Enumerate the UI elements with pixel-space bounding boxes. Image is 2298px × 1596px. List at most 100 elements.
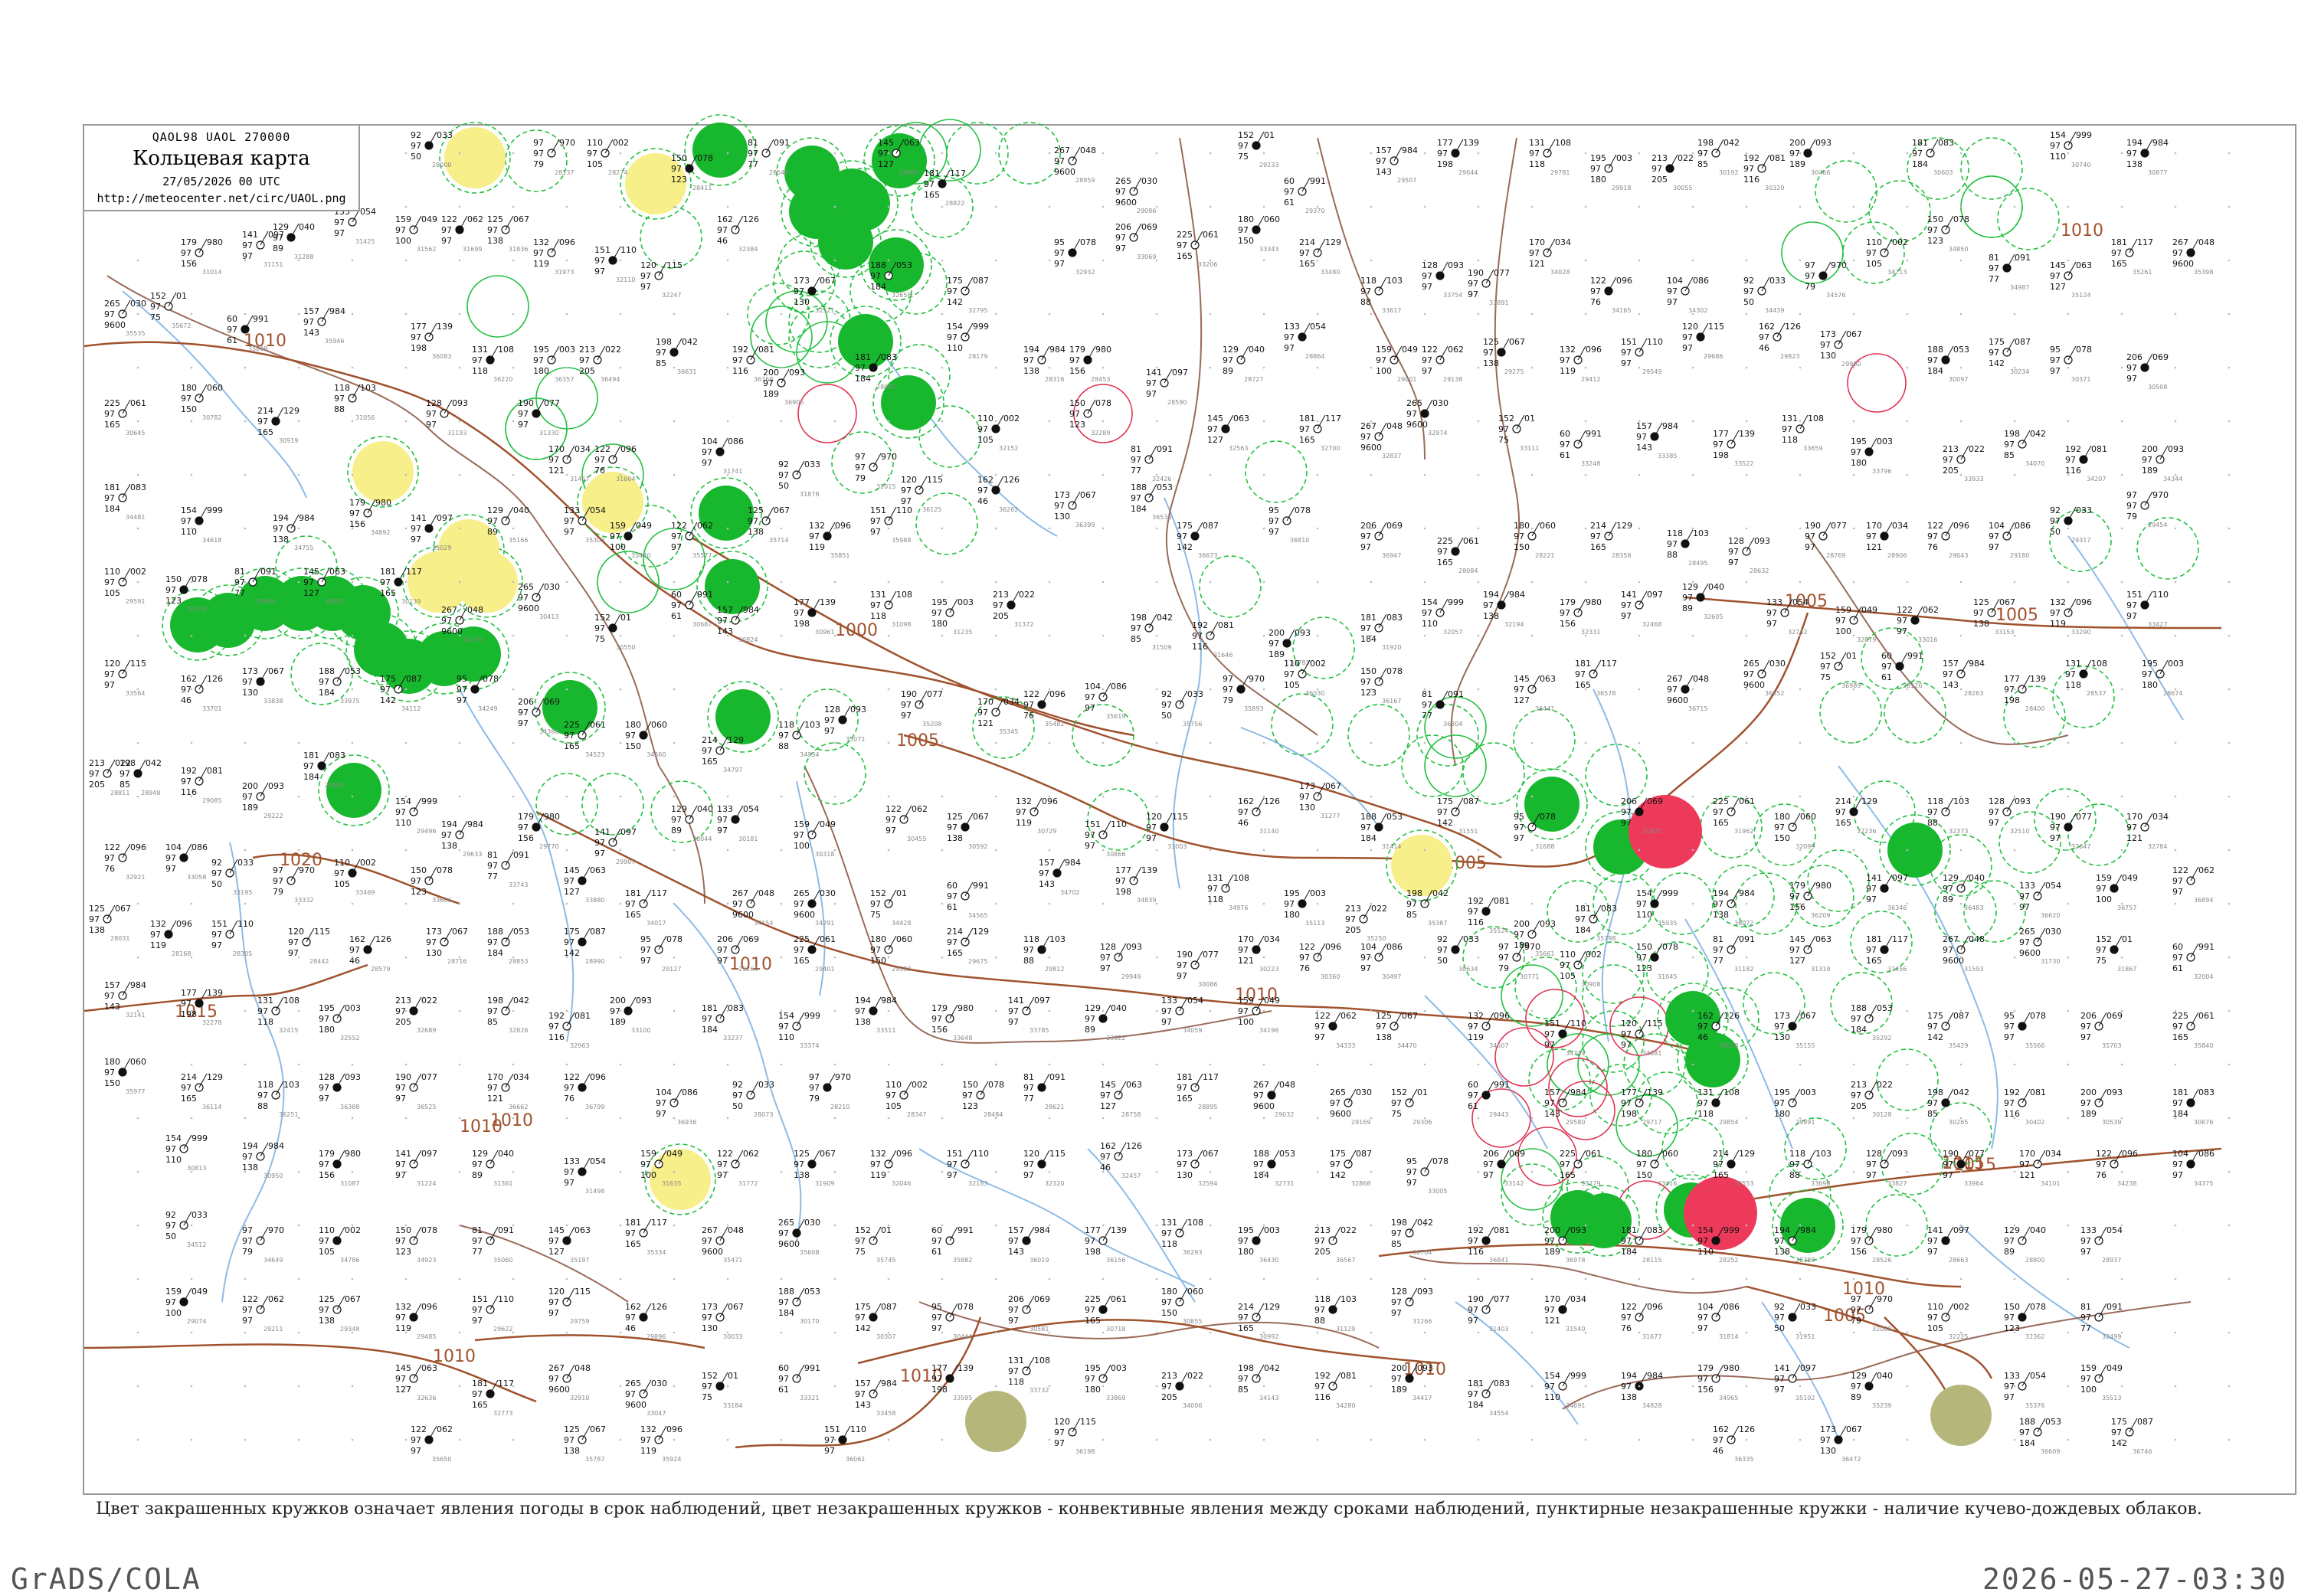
svg-text:33564: 33564 xyxy=(126,690,145,697)
svg-text:123: 123 xyxy=(962,1101,978,1111)
svg-text:195: 195 xyxy=(1284,888,1300,898)
svg-text:195: 195 xyxy=(1238,1225,1254,1235)
svg-text:33743: 33743 xyxy=(509,881,528,888)
svg-text:067: 067 xyxy=(820,1149,836,1159)
svg-text:213: 213 xyxy=(993,590,1009,600)
svg-text:225: 225 xyxy=(1177,230,1193,240)
svg-text:138: 138 xyxy=(1973,619,1989,629)
svg-text:063: 063 xyxy=(1815,934,1832,944)
svg-text:60: 60 xyxy=(931,1225,942,1235)
station-plot: 181 0839718434554 xyxy=(1468,1379,1510,1417)
svg-text:213: 213 xyxy=(89,758,105,768)
svg-text:97: 97 xyxy=(1782,424,1792,434)
svg-text:97: 97 xyxy=(2111,1428,2122,1437)
svg-text:31456: 31456 xyxy=(1887,966,1907,973)
svg-text:97: 97 xyxy=(1667,685,1678,695)
svg-text:97: 97 xyxy=(1621,1313,1632,1323)
svg-text:35166: 35166 xyxy=(509,537,528,544)
station-plot: 95 078979733005 xyxy=(1406,1156,1449,1195)
svg-text:97: 97 xyxy=(947,823,958,832)
svg-text:36114: 36114 xyxy=(202,1104,221,1110)
svg-text:143: 143 xyxy=(1636,443,1652,453)
svg-text:181: 181 xyxy=(2172,1087,2188,1097)
svg-text:97: 97 xyxy=(870,600,881,610)
svg-text:117: 117 xyxy=(651,888,667,898)
svg-text:97: 97 xyxy=(426,409,437,419)
station-plot: 214 1299716532236 xyxy=(1835,796,1877,835)
svg-text:77: 77 xyxy=(1422,711,1432,721)
station-plot: 162 126974636262 xyxy=(977,475,1020,513)
svg-text:79: 79 xyxy=(809,1094,820,1104)
svg-text:225: 225 xyxy=(1085,1294,1101,1304)
svg-text:76: 76 xyxy=(1299,963,1310,973)
svg-text:97: 97 xyxy=(1514,531,1524,541)
svg-text:31593: 31593 xyxy=(1964,966,1983,973)
svg-text:265: 265 xyxy=(778,1218,794,1228)
svg-text:125: 125 xyxy=(748,505,764,515)
svg-text:093: 093 xyxy=(636,996,652,1006)
svg-text:081: 081 xyxy=(2030,1087,2046,1097)
svg-text:122: 122 xyxy=(1897,605,1913,615)
station-plot: 173 0679713028716 xyxy=(426,927,468,965)
svg-text:92: 92 xyxy=(411,130,421,140)
svg-text:115: 115 xyxy=(1172,812,1188,822)
svg-text:078: 078 xyxy=(666,934,683,944)
svg-text:29781: 29781 xyxy=(1550,169,1570,176)
weather-disc-green xyxy=(789,184,844,239)
station-plot: 214 1299716530992 xyxy=(1238,1302,1280,1340)
svg-text:97: 97 xyxy=(2004,1236,2015,1246)
svg-text:97: 97 xyxy=(564,937,574,947)
station-plot: 131 1089711828537 xyxy=(2065,659,2107,697)
svg-text:087: 087 xyxy=(590,927,606,937)
svg-text:132: 132 xyxy=(640,1424,656,1434)
svg-text:126: 126 xyxy=(651,1302,667,1312)
station-plot: 95 078979730444 xyxy=(931,1302,974,1340)
station-plot: 195 0039718028674 xyxy=(2142,659,2184,697)
svg-text:97: 97 xyxy=(1360,432,1371,442)
station-plot: 97 970977932015 xyxy=(855,452,897,490)
svg-text:188: 188 xyxy=(1851,1003,1867,1013)
svg-text:081: 081 xyxy=(758,345,774,355)
svg-text:97: 97 xyxy=(1897,616,1907,626)
station-plot: 267 04897960034154 xyxy=(732,888,774,927)
svg-text:88: 88 xyxy=(334,404,345,414)
svg-text:154: 154 xyxy=(947,322,963,332)
svg-text:30360: 30360 xyxy=(1321,973,1340,980)
svg-text:206: 206 xyxy=(1115,222,1131,232)
svg-text:117: 117 xyxy=(651,1218,667,1228)
svg-text:127: 127 xyxy=(1789,956,1805,966)
svg-text:88: 88 xyxy=(1927,818,1938,828)
station-plot: 181 1179716535261 xyxy=(2111,237,2153,276)
station-plot: 92 033975034512 xyxy=(165,1210,208,1248)
svg-text:97: 97 xyxy=(1161,700,1172,710)
svg-text:31730: 31730 xyxy=(2041,958,2060,965)
svg-text:76: 76 xyxy=(1590,297,1601,307)
svg-text:97: 97 xyxy=(1360,542,1371,552)
svg-text:265: 265 xyxy=(1115,176,1131,186)
svg-text:36251: 36251 xyxy=(279,1111,298,1118)
cb-ring xyxy=(1585,744,1648,806)
svg-text:33595: 33595 xyxy=(953,1395,972,1401)
svg-text:145: 145 xyxy=(303,567,319,577)
svg-text:165: 165 xyxy=(1238,1323,1254,1333)
svg-text:97: 97 xyxy=(2019,902,2030,912)
svg-text:46: 46 xyxy=(1100,1163,1111,1172)
svg-text:34691: 34691 xyxy=(1566,1402,1585,1409)
svg-text:31087: 31087 xyxy=(340,1180,359,1187)
svg-text:50: 50 xyxy=(211,879,222,889)
svg-text:97: 97 xyxy=(625,1313,636,1323)
svg-text:173: 173 xyxy=(702,1302,718,1312)
svg-text:198: 198 xyxy=(1406,888,1422,898)
weather-disc-green xyxy=(692,123,748,178)
station-plot: 265 03097960035535 xyxy=(104,299,146,337)
svg-text:97: 97 xyxy=(778,1022,789,1032)
svg-text:50: 50 xyxy=(1774,1323,1785,1333)
svg-text:206: 206 xyxy=(1008,1294,1024,1304)
svg-text:150: 150 xyxy=(1161,1308,1177,1318)
svg-text:97: 97 xyxy=(1897,626,1907,636)
svg-text:97: 97 xyxy=(2080,1236,2091,1246)
station-plot: 265 03097960032974 xyxy=(1406,398,1449,437)
svg-text:46: 46 xyxy=(1238,818,1249,828)
svg-text:97: 97 xyxy=(1268,516,1279,526)
svg-text:97: 97 xyxy=(242,1305,253,1315)
